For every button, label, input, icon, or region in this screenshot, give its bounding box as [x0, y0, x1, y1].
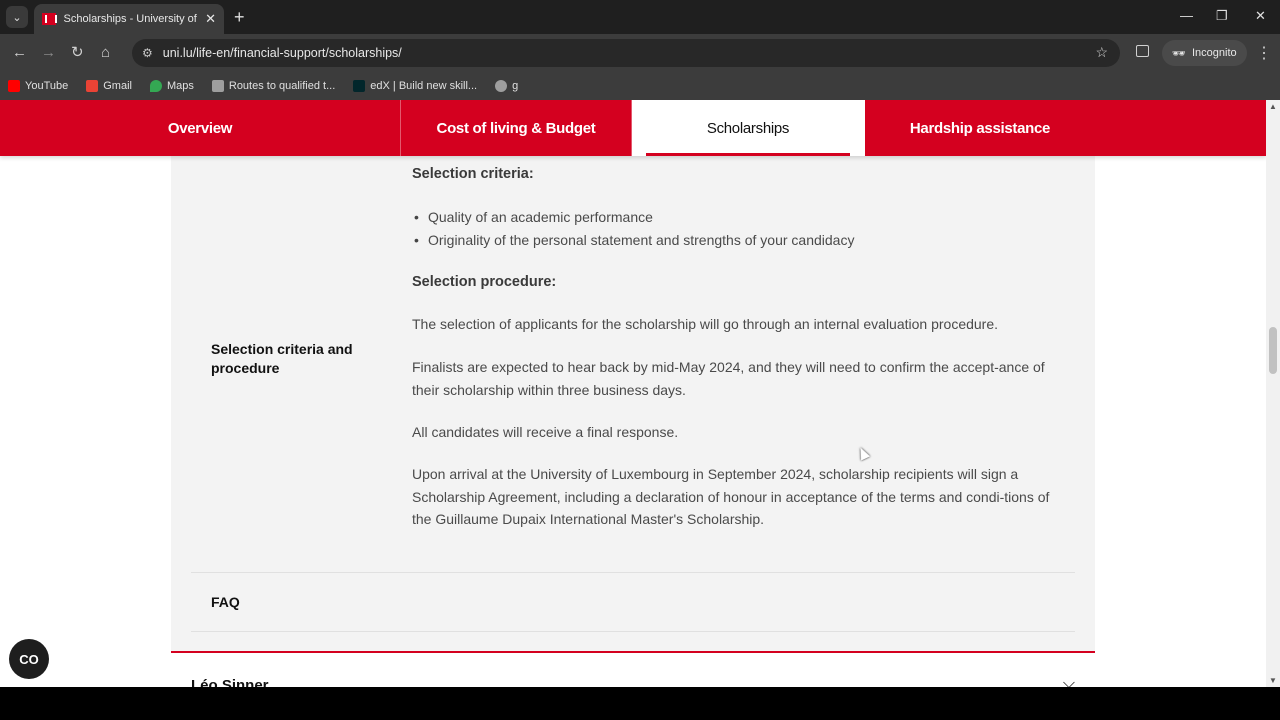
page-scrollbar[interactable]: ▲ ▼ — [1266, 100, 1280, 687]
address-bar[interactable]: ⚙ uni.lu/life-en/financial-support/schol… — [132, 39, 1120, 67]
bookmark-routes[interactable]: Routes to qualified t... — [211, 80, 336, 92]
divider — [191, 572, 1075, 573]
browser-menu-icon[interactable]: ⋮ — [1256, 43, 1272, 63]
side-panel-icon[interactable] — [1136, 45, 1149, 57]
scrollbar-thumb[interactable] — [1269, 327, 1277, 374]
bookmark-edx[interactable]: edX | Build new skill... — [353, 80, 477, 92]
scroll-up-icon[interactable]: ▲ — [1269, 102, 1277, 111]
criteria-heading: Selection criteria: — [412, 166, 534, 182]
bookmark-g[interactable]: g — [495, 80, 518, 92]
youtube-icon — [8, 80, 20, 92]
tab-bar: ⌄ Scholarships - University of Luxembour… — [0, 0, 1280, 34]
incognito-label: Incognito — [1191, 47, 1237, 59]
tab-search-dropdown-icon[interactable]: ⌄ — [6, 6, 28, 28]
section-subnav: Overview Cost of living & Budget Scholar… — [0, 100, 1266, 156]
list-item: Quality of an academic performance — [412, 206, 854, 229]
subnav-cost-of-living[interactable]: Cost of living & Budget — [401, 100, 632, 156]
subnav-scholarships[interactable]: Scholarships — [632, 100, 865, 156]
home-icon[interactable]: ⌂ — [101, 43, 110, 63]
row-label: Selection criteria and procedure — [211, 341, 353, 376]
subnav-overview[interactable]: Overview — [0, 100, 401, 156]
incognito-badge[interactable]: 🕶 Incognito — [1162, 40, 1247, 66]
restore-button[interactable]: ❐ — [1216, 8, 1228, 24]
bookmark-youtube[interactable]: YouTube — [8, 80, 68, 92]
reload-icon[interactable]: ↻ — [71, 43, 84, 63]
forward-icon[interactable]: → — [41, 43, 56, 63]
paragraph: The selection of applicants for the scho… — [412, 316, 999, 332]
accessibility-button[interactable]: CO — [9, 639, 49, 679]
bookmark-label: Gmail — [103, 80, 132, 92]
routes-icon — [211, 80, 224, 92]
bookmark-label: YouTube — [25, 80, 69, 92]
scroll-down-icon[interactable]: ▼ — [1269, 676, 1277, 685]
paragraph: Finalists are expected to hear back by m… — [412, 359, 1045, 398]
url-text[interactable]: uni.lu/life-en/financial-support/scholar… — [163, 46, 402, 60]
web-page: Overview Cost of living & Budget Scholar… — [0, 100, 1266, 687]
next-accordion-header[interactable]: Léo Sinner ⌵ — [171, 653, 1095, 687]
bookmark-label: Routes to qualified t... — [228, 80, 336, 92]
list-item: Originality of the personal statement an… — [412, 229, 854, 252]
globe-icon — [495, 80, 508, 92]
fab-label: CO — [19, 651, 39, 667]
site-info-icon[interactable]: ⚙ — [142, 46, 153, 60]
procedure-heading: Selection procedure: — [412, 274, 557, 290]
browser-toolbar: ← → ↻ ⌂ ⚙ uni.lu/life-en/financial-suppo… — [0, 34, 1280, 72]
accordion-panel: Selection criteria and procedure Selecti… — [171, 156, 1095, 687]
new-tab-button[interactable]: + — [234, 7, 245, 27]
bottom-black-bar — [0, 687, 1280, 720]
paragraph: Upon arrival at the University of Luxemb… — [412, 466, 1050, 527]
faq-row-label[interactable]: FAQ — [211, 594, 240, 610]
bookmark-star-icon[interactable]: ☆ — [1095, 44, 1108, 61]
tab-title: Scholarships - University of Luxembourg — [63, 13, 200, 25]
active-tab[interactable]: Scholarships - University of Luxembourg … — [34, 4, 224, 34]
bookmarks-bar: YouTube Gmail Maps Routes to qualified t… — [0, 72, 1280, 100]
bookmark-gmail[interactable]: Gmail — [86, 80, 132, 92]
back-icon[interactable]: ← — [12, 43, 27, 63]
bookmark-label: edX | Build new skill... — [370, 80, 478, 92]
maps-icon — [149, 80, 162, 92]
chevron-down-icon[interactable]: ⌵ — [1063, 675, 1075, 687]
bookmark-label: g — [512, 80, 519, 92]
bookmark-label: Maps — [166, 80, 194, 92]
close-window-button[interactable]: ✕ — [1255, 8, 1266, 24]
edx-icon — [353, 80, 366, 92]
criteria-list: Quality of an academic performance Origi… — [412, 206, 854, 251]
gmail-icon — [86, 80, 99, 92]
minimize-button[interactable]: — — [1180, 8, 1193, 23]
next-section-title: Léo Sinner — [191, 677, 269, 687]
incognito-icon: 🕶 — [1172, 47, 1186, 60]
subnav-hardship-assistance[interactable]: Hardship assistance — [865, 100, 1095, 156]
bookmark-maps[interactable]: Maps — [149, 80, 194, 92]
uni-favicon-icon — [42, 13, 57, 25]
divider — [191, 631, 1075, 632]
tab-close-icon[interactable]: ✕ — [205, 11, 216, 27]
paragraph: All candidates will receive a final resp… — [412, 424, 679, 440]
